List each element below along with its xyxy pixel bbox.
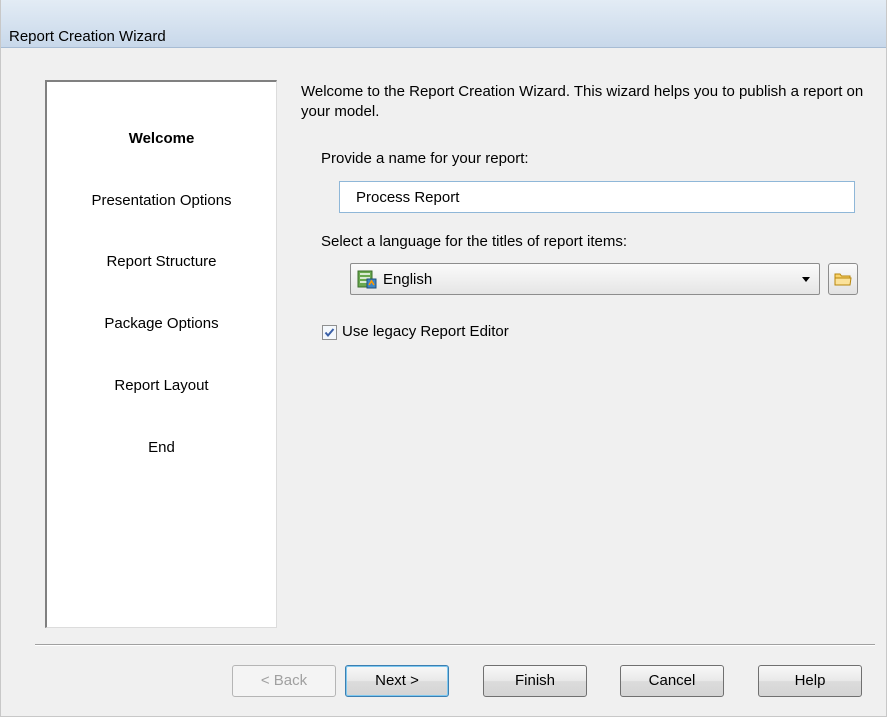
step-report-layout: Report Layout [114, 377, 209, 394]
wizard-dialog: Report Creation Wizard Welcome Presentat… [0, 0, 887, 717]
step-package-options: Package Options [104, 315, 219, 332]
cancel-button[interactable]: Cancel [620, 665, 724, 697]
finish-button[interactable]: Finish [483, 665, 587, 697]
language-select[interactable]: English [350, 263, 820, 295]
language-label: Select a language for the titles of repo… [321, 233, 627, 250]
step-welcome: Welcome [128, 130, 195, 147]
welcome-text: Welcome to the Report Creation Wizard. T… [301, 83, 864, 120]
legacy-editor-label[interactable]: Use legacy Report Editor [342, 323, 509, 340]
next-button[interactable]: Next > [345, 665, 449, 697]
legacy-editor-checkbox[interactable] [322, 325, 337, 340]
step-report-structure: Report Structure [106, 253, 217, 270]
folder-icon [829, 273, 857, 298]
report-name-input[interactable] [339, 181, 855, 213]
wizard-content: Welcome Presentation Options Report Stru… [1, 48, 886, 716]
separator [35, 644, 875, 646]
help-button[interactable]: Help [758, 665, 862, 697]
title-bar[interactable]: Report Creation Wizard [1, 0, 886, 48]
step-presentation-options: Presentation Options [91, 192, 232, 209]
report-name-label: Provide a name for your report: [321, 150, 529, 167]
back-button[interactable]: < Back [232, 665, 336, 697]
window-title: Report Creation Wizard [9, 28, 166, 45]
checkmark-icon [324, 328, 335, 338]
language-value: English [383, 271, 433, 288]
language-file-icon [357, 270, 377, 289]
chevron-down-icon[interactable] [799, 270, 813, 288]
browse-folder-button[interactable] [828, 263, 858, 295]
step-end: End [148, 439, 175, 456]
steps-panel: Welcome Presentation Options Report Stru… [45, 80, 277, 628]
